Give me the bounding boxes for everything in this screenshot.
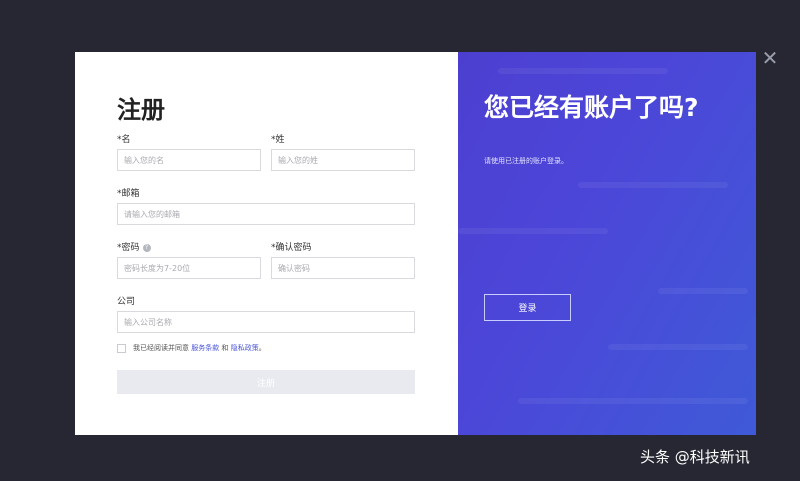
email-label: *邮箱 bbox=[117, 189, 140, 199]
confirm-password-field[interactable] bbox=[271, 257, 415, 279]
login-promo-panel: 您已经有账户了吗? 请使用已注册的账户登录。 登录 bbox=[458, 52, 756, 435]
help-icon[interactable]: ? bbox=[142, 243, 151, 252]
agree-checkbox[interactable] bbox=[117, 344, 126, 353]
password-label-wrap: *密码? bbox=[117, 240, 151, 253]
agree-text: 我已经阅读并同意 服务条款 和 隐私政策。 bbox=[133, 343, 266, 353]
decor-streak bbox=[458, 228, 608, 234]
last-name-field[interactable] bbox=[271, 149, 415, 171]
password-label: *密码 bbox=[117, 243, 140, 253]
agree-and: 和 bbox=[221, 344, 229, 352]
promo-subtitle: 请使用已注册的账户登录。 bbox=[484, 157, 568, 165]
watermark: 头条 @科技新讯 bbox=[640, 448, 750, 466]
login-button[interactable]: 登录 bbox=[484, 294, 571, 321]
password-field[interactable] bbox=[117, 257, 261, 279]
terms-link[interactable]: 服务条款 bbox=[191, 344, 219, 352]
agree-prefix: 我已经阅读并同意 bbox=[133, 344, 189, 352]
decor-streak bbox=[518, 398, 748, 404]
company-field[interactable] bbox=[117, 311, 415, 333]
register-modal: 注册 *名 *姓 *邮箱 *密码? *确认密码 公司 我已经阅读并同意 服务条款… bbox=[75, 52, 756, 435]
last-name-label: *姓 bbox=[271, 135, 285, 145]
decor-streak bbox=[498, 68, 668, 74]
privacy-link[interactable]: 隐私政策 bbox=[231, 344, 259, 352]
decor-streak bbox=[658, 288, 748, 294]
decor-streak bbox=[578, 182, 728, 188]
close-icon[interactable]: ✕ bbox=[760, 48, 780, 68]
agree-suffix: 。 bbox=[258, 344, 266, 352]
register-button[interactable]: 注册 bbox=[117, 370, 415, 394]
decor-streak bbox=[608, 344, 748, 350]
promo-title: 您已经有账户了吗? bbox=[484, 93, 699, 122]
first-name-label: *名 bbox=[117, 135, 131, 145]
email-field[interactable] bbox=[117, 203, 415, 225]
register-form-panel: 注册 *名 *姓 *邮箱 *密码? *确认密码 公司 我已经阅读并同意 服务条款… bbox=[75, 52, 458, 435]
first-name-field[interactable] bbox=[117, 149, 261, 171]
confirm-password-label: *确认密码 bbox=[271, 243, 312, 253]
company-label: 公司 bbox=[117, 297, 136, 307]
page-title: 注册 bbox=[117, 96, 165, 124]
